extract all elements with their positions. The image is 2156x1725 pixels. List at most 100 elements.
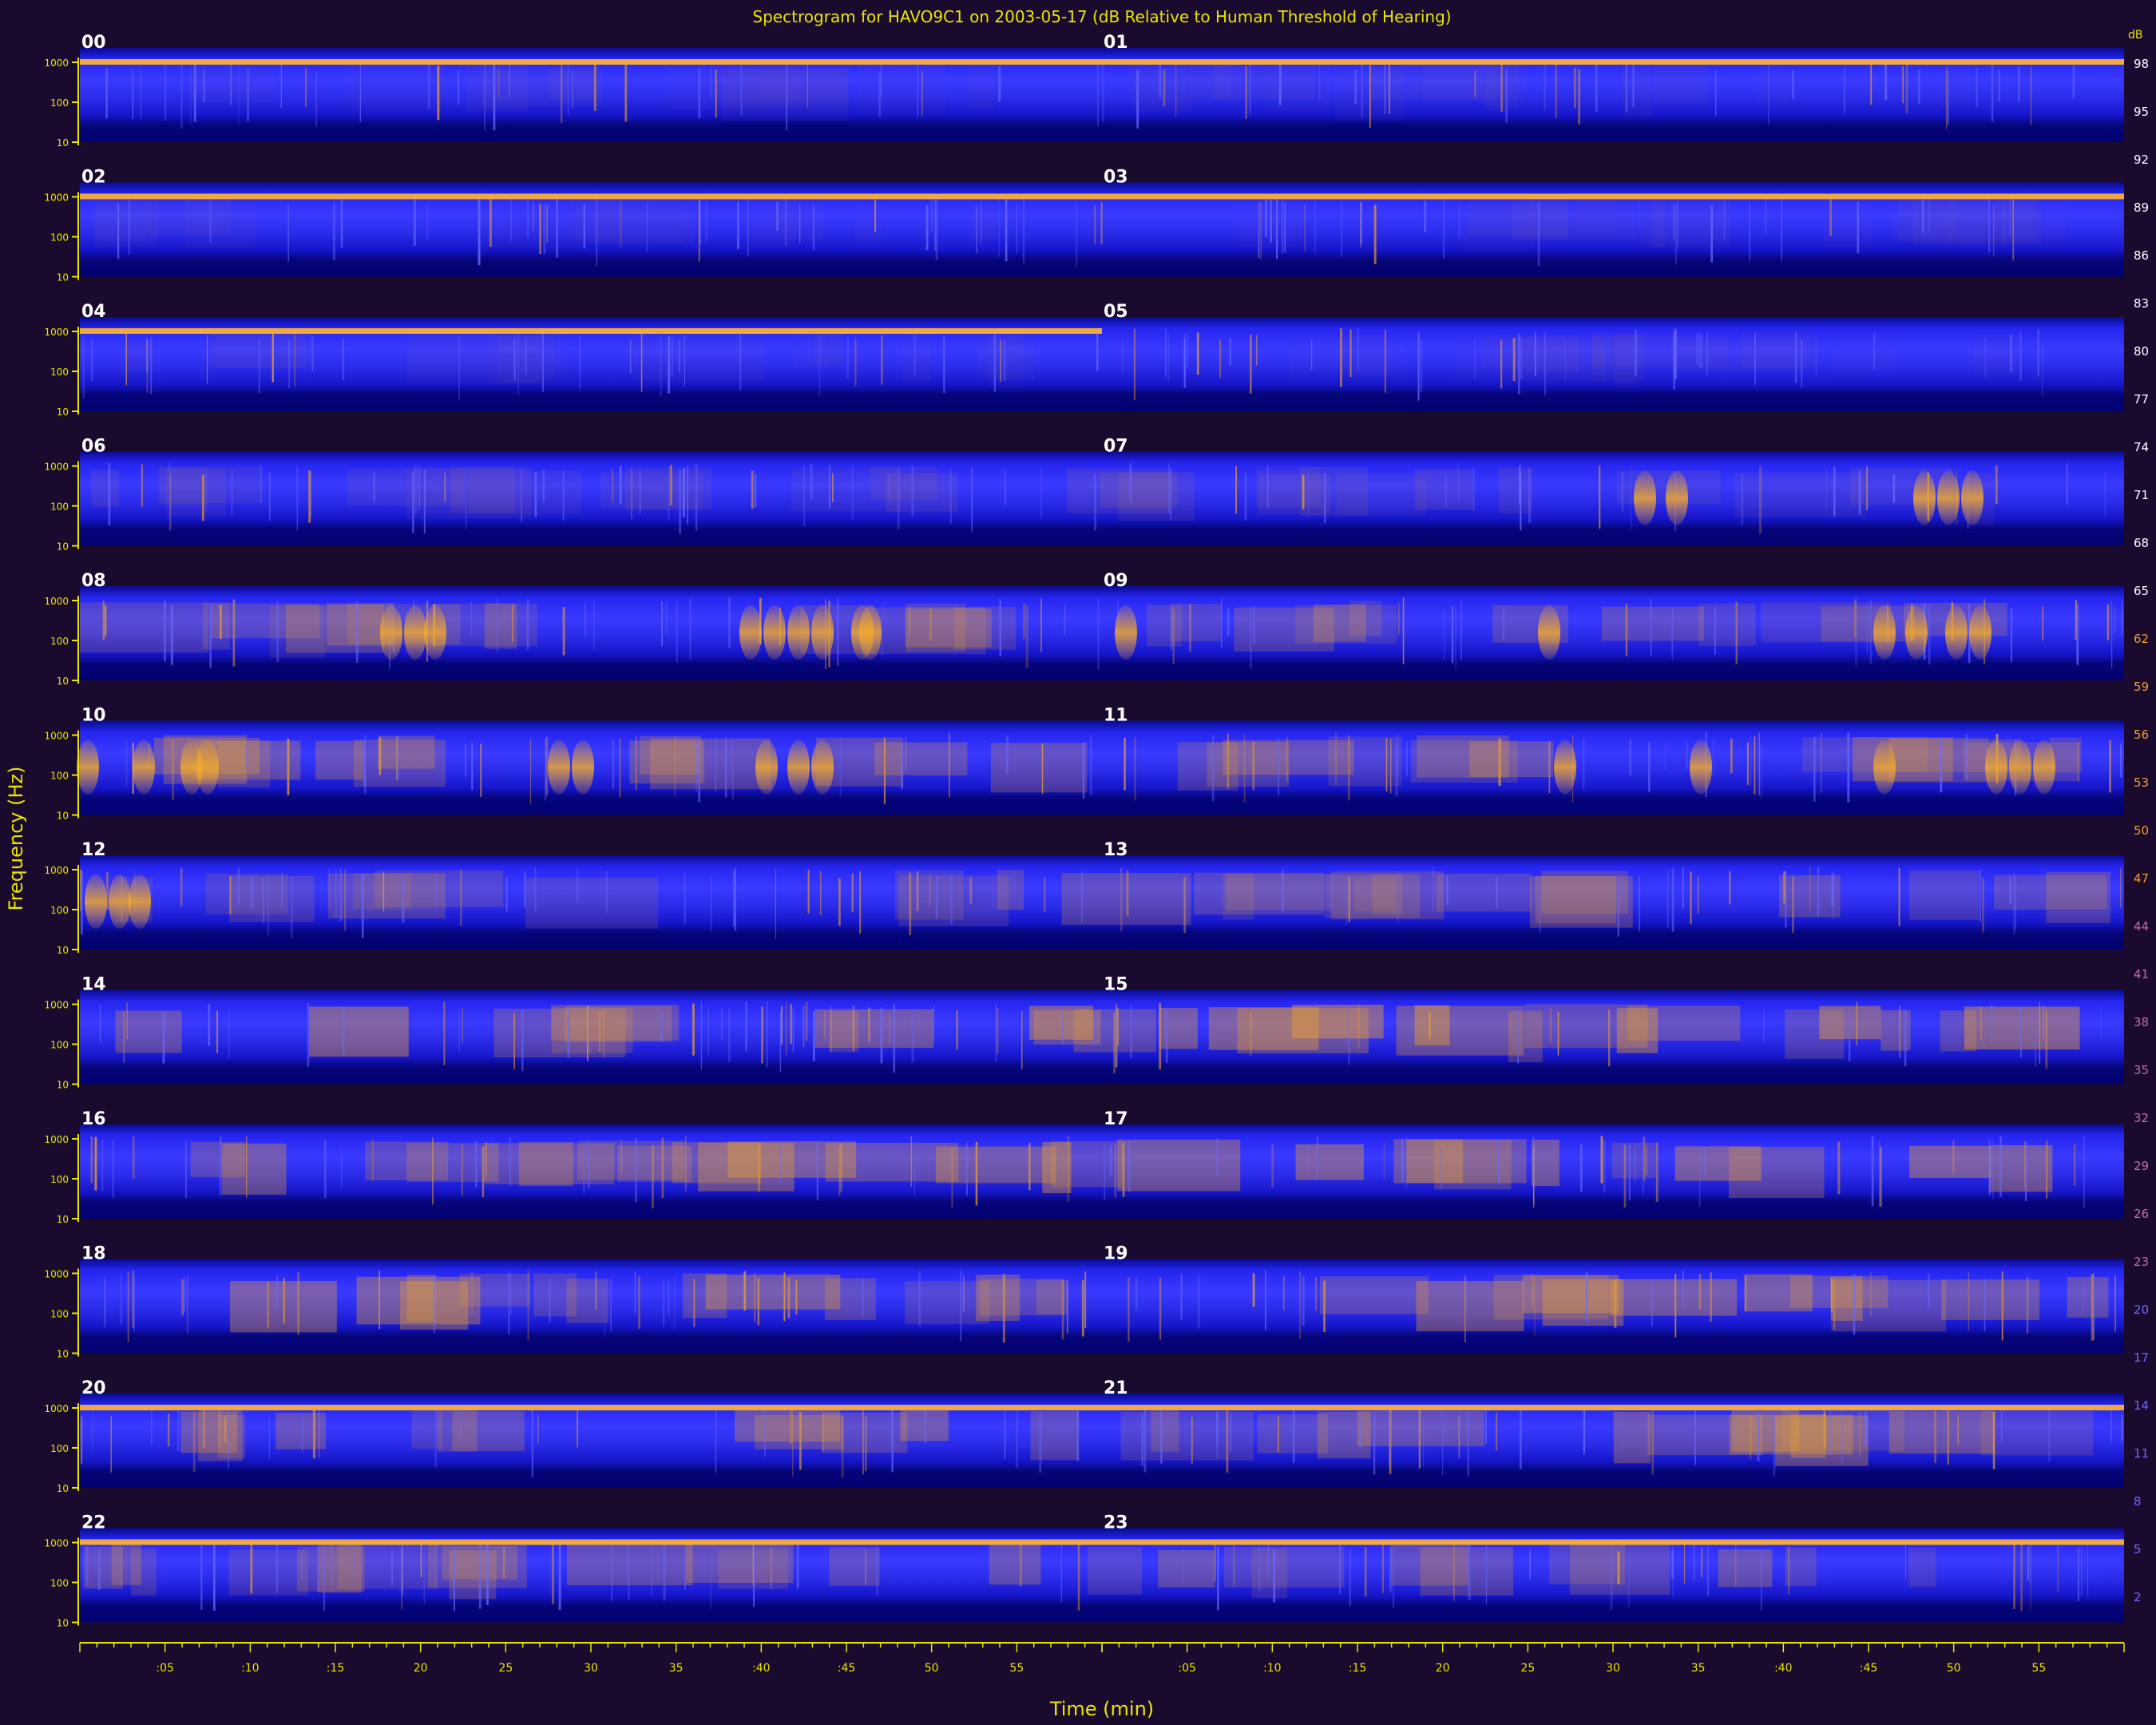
colorbar-tick-label: 20 <box>2134 1303 2149 1317</box>
x-tick-label: 30 <box>584 1662 598 1675</box>
sound-event-blob <box>404 605 426 660</box>
tonal-line <box>80 328 1102 334</box>
spectrogram-energy-patch <box>989 1544 1041 1585</box>
y-tick-label: 100 <box>50 1443 69 1454</box>
colorbar-tick-label: 92 <box>2134 153 2149 167</box>
sound-event-blob <box>739 605 762 660</box>
y-tick-label: 10 <box>57 811 69 822</box>
sound-event-blob <box>1937 470 1960 525</box>
spectrogram-energy-patch <box>1159 1008 1198 1049</box>
sound-event-blob <box>133 740 155 795</box>
spectrogram-energy-patch <box>211 603 320 639</box>
colorbar: 98 95 92 89 86 83 80 77 74 71 68 65 62 59 56 53 50 47 44 41… <box>2134 57 2149 1604</box>
colorbar-tick-label: 95 <box>2134 105 2149 119</box>
hour-label: 18 <box>81 1244 106 1264</box>
spectrogram-energy-patch <box>968 67 993 108</box>
hour-label: 21 <box>1104 1378 1128 1398</box>
colorbar-tick-label: 53 <box>2134 775 2149 790</box>
tonal-line <box>1102 59 2124 65</box>
sound-event-blob <box>811 740 834 795</box>
spectrogram-energy-patch <box>972 204 997 240</box>
colorbar-tick-label: 71 <box>2134 488 2149 502</box>
hour-label: 13 <box>1104 840 1128 860</box>
spectrogram-energy-patch <box>854 203 882 242</box>
spectrogram-energy-patch <box>127 339 153 371</box>
colorbar-tick-label: 38 <box>2134 1015 2149 1029</box>
y-tick-label: 1000 <box>44 1269 69 1280</box>
y-tick-label: 100 <box>50 1309 69 1320</box>
x-tick-label: 20 <box>1436 1662 1450 1675</box>
spectrogram-row: 00 01 1000 100 10 <box>44 33 2124 149</box>
colorbar-tick-label: 11 <box>2134 1446 2149 1461</box>
hour-label: 20 <box>81 1378 106 1398</box>
hour-label: 14 <box>81 975 106 995</box>
spectrogram-energy-patch <box>1940 69 1969 109</box>
x-tick-label: :05 <box>156 1662 174 1675</box>
sound-event-blob <box>380 605 402 660</box>
tonal-line <box>80 1405 1102 1410</box>
sound-event-blob <box>755 740 778 795</box>
colorbar-tick-label: 14 <box>2134 1398 2149 1413</box>
spectrogram-energy-patch <box>1369 65 1497 101</box>
y-tick-label: 1000 <box>44 327 69 338</box>
tonal-line <box>1102 193 2124 200</box>
spectrogram-energy-patch <box>829 1010 859 1053</box>
spectrogram-energy-patch <box>575 201 684 244</box>
sound-event-blob <box>787 740 810 795</box>
spectrogram-energy-patch <box>743 68 848 103</box>
spectrogram-energy-patch <box>482 200 582 249</box>
hour-label: 22 <box>81 1513 106 1533</box>
spectrogram-energy-patch <box>1652 62 1708 104</box>
sound-event-blob <box>787 605 810 660</box>
hour-label: 10 <box>81 706 106 726</box>
spectrogram-energy-patch <box>1522 1275 1619 1314</box>
sound-event-blob <box>1538 605 1560 660</box>
y-tick-label: 10 <box>57 541 69 553</box>
spectrogram-row: 10 11 1000 100 10 <box>44 706 2124 822</box>
x-tick-label: :40 <box>752 1662 771 1675</box>
x-tick-label: 50 <box>925 1662 939 1675</box>
colorbar-tick-label: 65 <box>2134 584 2149 598</box>
spectrogram-energy-patch <box>1892 200 1956 241</box>
spectrogram-row: 06 07 1000 100 10 <box>44 437 2124 553</box>
spectrogram-rows: 00 0110001001002 0310001001004 051000100100… <box>44 33 2124 1629</box>
spectrogram-energy-patch <box>205 874 288 914</box>
sound-event-blob <box>763 605 786 660</box>
spectrogram-energy-patch <box>1741 331 1817 369</box>
colorbar-tick-label: 86 <box>2134 248 2149 263</box>
x-tick-label: 55 <box>2031 1662 2046 1675</box>
spectrogram-energy-patch <box>1042 1142 1072 1194</box>
spectrogram-energy-patch <box>1117 1140 1241 1192</box>
y-tick-label: 10 <box>57 676 69 687</box>
y-tick-label: 1000 <box>44 1538 69 1549</box>
sound-event-blob <box>2009 740 2031 795</box>
colorbar-tick-label: 83 <box>2134 296 2149 311</box>
spectrogram-energy-patch <box>1940 1010 1977 1052</box>
spectrogram-energy-patch <box>228 1549 308 1596</box>
y-tick-label: 1000 <box>44 1000 69 1011</box>
spectrogram-energy-patch <box>411 1409 443 1449</box>
spectrogram-row: 22 23 1000 100 10 <box>44 1513 2124 1629</box>
spectrogram-energy-patch <box>315 740 364 780</box>
x-tick-label: :05 <box>1178 1662 1196 1675</box>
y-tick-label: 10 <box>57 1080 69 1091</box>
spectrogram-energy-patch <box>1964 1006 2080 1050</box>
x-tick-label: :15 <box>327 1662 345 1675</box>
x-axis: :05:10:15 20 25 30 35:40:45 50 55:05:10:15 20 25… <box>79 1642 2125 1675</box>
spectrogram-energy-patch <box>829 1547 880 1586</box>
spectrogram-energy-patch <box>640 736 702 775</box>
spectrogram-energy-patch <box>866 607 986 655</box>
spectrogram-energy-patch <box>857 65 946 114</box>
spectrogram-energy-patch <box>309 1006 409 1057</box>
spectrogram-energy-patch <box>1647 1414 1763 1456</box>
spectrogram-energy-patch <box>1888 1410 1995 1454</box>
spectrogram-row: 14 15 1000 100 10 <box>44 975 2124 1091</box>
spectrogram-energy-patch <box>190 1141 245 1177</box>
spectrogram-row: 12 13 1000 100 10 <box>44 840 2124 956</box>
x-tick-label: :10 <box>1263 1662 1282 1675</box>
spectrogram-energy-patch <box>217 1414 246 1459</box>
y-tick-label: 100 <box>50 636 69 647</box>
colorbar-tick-label: 17 <box>2134 1350 2149 1365</box>
spectrogram-energy-patch <box>1785 1547 1817 1587</box>
spectrogram-energy-patch <box>377 736 435 769</box>
